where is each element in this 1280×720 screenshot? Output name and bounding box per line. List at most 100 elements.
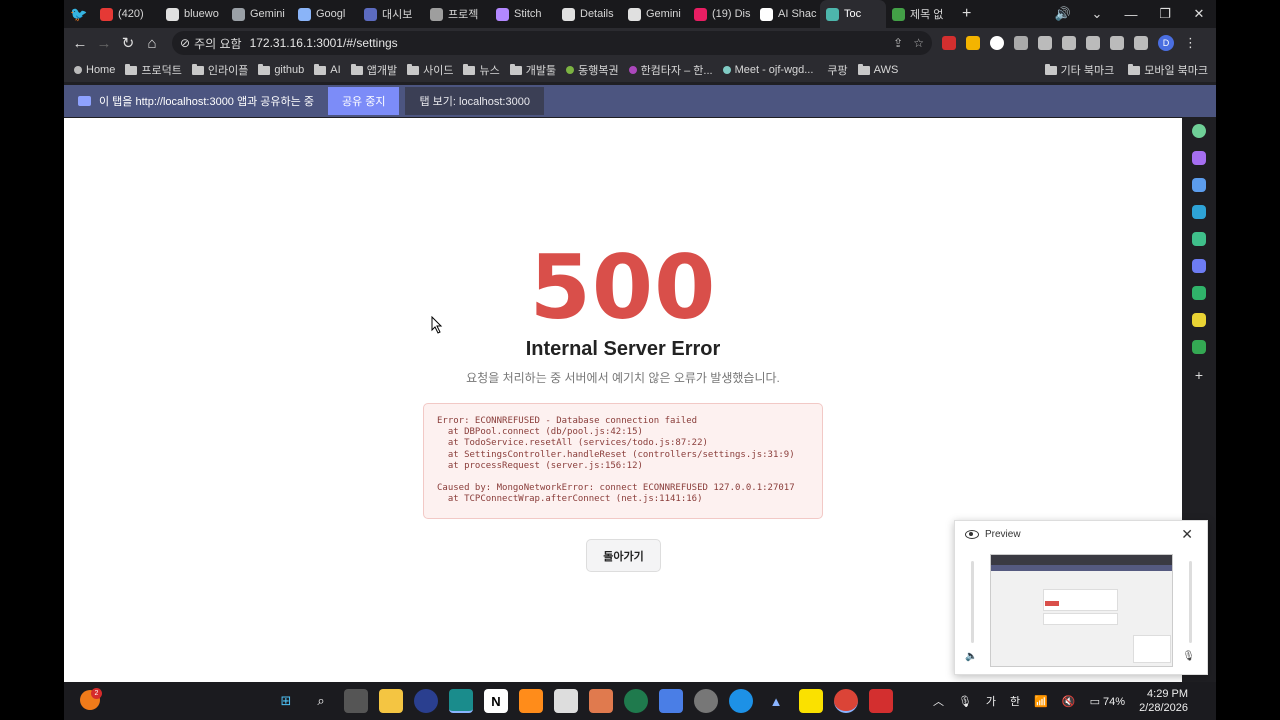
- playlist-icon[interactable]: [1038, 36, 1052, 50]
- tab-9[interactable]: (19) Dis: [688, 0, 754, 28]
- tab-5[interactable]: 프로젝: [424, 0, 490, 28]
- tab-4[interactable]: 대시보: [358, 0, 424, 28]
- docker-icon[interactable]: [729, 689, 753, 713]
- mic-slider[interactable]: [1189, 561, 1192, 643]
- ime-mode[interactable]: 가: [986, 693, 996, 709]
- star-icon[interactable]: ☆: [913, 36, 924, 50]
- mongodb-icon[interactable]: [624, 689, 648, 713]
- tab-10[interactable]: AI Shac: [754, 0, 820, 28]
- wifi-icon[interactable]: 📶: [1034, 695, 1048, 708]
- cast-icon[interactable]: [1086, 36, 1100, 50]
- chevron-down-icon[interactable]: ⌄: [1080, 6, 1114, 22]
- stop-sharing-button[interactable]: 공유 중지: [327, 87, 400, 115]
- tab-6[interactable]: Stitch: [490, 0, 556, 28]
- tab-2[interactable]: Gemini: [226, 0, 292, 28]
- battery-indicator[interactable]: ▭ 74%: [1090, 695, 1126, 708]
- sublime-icon[interactable]: [519, 689, 543, 713]
- back-button[interactable]: ←: [68, 35, 92, 52]
- search-icon[interactable]: ⌕: [309, 689, 333, 713]
- microphone-icon[interactable]: 🎙: [1182, 651, 1195, 662]
- close-icon[interactable]: ✕: [1181, 526, 1193, 543]
- maximize-button[interactable]: ❐: [1148, 6, 1182, 22]
- new-tab-button[interactable]: +: [952, 5, 981, 23]
- more-menu-icon[interactable]: ⋮: [1184, 35, 1197, 51]
- kakaotalk-icon[interactable]: [799, 689, 823, 713]
- adblock-icon[interactable]: [942, 36, 956, 50]
- bookmark-item[interactable]: 한컴타자 – 한...: [628, 62, 713, 78]
- tab-11[interactable]: Toc: [820, 0, 886, 28]
- volume-icon[interactable]: 🔊: [1046, 6, 1080, 22]
- bookmark-item[interactable]: 프로덕트: [125, 62, 182, 78]
- bookmark-item[interactable]: 인라이플: [191, 62, 248, 78]
- bookmark-item[interactable]: AWS: [857, 63, 898, 76]
- bookmark-item[interactable]: 개발툴: [509, 62, 556, 78]
- security-warning[interactable]: ⊘ 주의 요함: [180, 35, 242, 52]
- bookmark-item[interactable]: 앱개발: [350, 62, 397, 78]
- address-bar[interactable]: ⊘ 주의 요함 172.31.16.1:3001/#/settings ⇪ ☆: [172, 31, 932, 55]
- claude-icon[interactable]: [589, 689, 613, 713]
- tab-0[interactable]: (420): [94, 0, 160, 28]
- extension-icon[interactable]: [990, 36, 1004, 50]
- screenshot-icon[interactable]: [1110, 36, 1124, 50]
- minimize-button[interactable]: —: [1114, 7, 1148, 22]
- tab-8[interactable]: Gemini: [622, 0, 688, 28]
- copilot-icon[interactable]: [1192, 259, 1206, 273]
- mute-icon[interactable]: 🔇: [1062, 695, 1076, 708]
- home-button[interactable]: ⌂: [140, 35, 164, 52]
- chrome-icon[interactable]: [834, 689, 858, 713]
- file-explorer-icon[interactable]: [379, 689, 403, 713]
- app-icon-3[interactable]: [554, 689, 578, 713]
- recorder-icon[interactable]: [869, 689, 893, 713]
- bookmark-item[interactable]: 쿠팡: [823, 62, 847, 78]
- chatgpt-icon[interactable]: [1192, 124, 1206, 138]
- tab-3[interactable]: Googl: [292, 0, 358, 28]
- briefcase-icon[interactable]: [1192, 178, 1206, 192]
- speaker-icon[interactable]: 🔈: [965, 651, 977, 662]
- app-icon-4[interactable]: [659, 689, 683, 713]
- chevron-up-icon[interactable]: ︿: [933, 693, 944, 709]
- task-view-icon[interactable]: [344, 689, 368, 713]
- app-icon-2[interactable]: [449, 689, 473, 713]
- pen-icon[interactable]: [966, 36, 980, 50]
- sidepanel-icon[interactable]: [1134, 36, 1148, 50]
- reload-button[interactable]: ↻: [116, 34, 140, 52]
- bookmark-item[interactable]: 뉴스: [463, 62, 500, 78]
- app-icon-1[interactable]: [414, 689, 438, 713]
- clock[interactable]: 4:29 PM 2/28/2026: [1139, 687, 1188, 715]
- share-icon[interactable]: ⇪: [893, 36, 903, 50]
- bookmark-folder[interactable]: 모바일 북마크: [1128, 62, 1208, 78]
- bookmark-item[interactable]: AI: [314, 63, 341, 76]
- language-indicator[interactable]: 한: [1010, 693, 1020, 709]
- tab-menu-icon[interactable]: 🐦: [64, 0, 94, 28]
- mail-icon[interactable]: [1192, 340, 1206, 354]
- bookmark-folder[interactable]: 기타 북마크: [1044, 62, 1114, 78]
- settings-icon[interactable]: [694, 689, 718, 713]
- add-icon[interactable]: +: [1195, 367, 1203, 383]
- bookmark-item[interactable]: 사이드: [407, 62, 453, 78]
- search-bubble-icon[interactable]: [1192, 232, 1206, 246]
- preview-title: Preview: [985, 529, 1021, 540]
- microphone-icon[interactable]: 🎙: [958, 695, 972, 708]
- profile-avatar[interactable]: D: [1158, 35, 1174, 51]
- notion-icon[interactable]: N: [484, 689, 508, 713]
- volume-slider[interactable]: [971, 561, 974, 643]
- bulb-icon[interactable]: [1192, 151, 1206, 165]
- tab-7[interactable]: Details: [556, 0, 622, 28]
- forward-button[interactable]: →: [92, 35, 116, 52]
- chart-icon[interactable]: [1192, 286, 1206, 300]
- tab-1[interactable]: bluewo: [160, 0, 226, 28]
- download-icon[interactable]: [1062, 36, 1076, 50]
- edge-icon[interactable]: [1192, 205, 1206, 219]
- puzzle-icon[interactable]: [1014, 36, 1028, 50]
- bookmark-item[interactable]: github: [258, 63, 304, 76]
- start-icon[interactable]: ⊞: [274, 689, 298, 713]
- close-button[interactable]: ✕: [1182, 6, 1216, 22]
- app-icon-5[interactable]: ▲: [764, 689, 788, 713]
- bookmark-item[interactable]: 동행복권: [566, 62, 619, 78]
- tab-12[interactable]: 제목 없: [886, 0, 952, 28]
- bookmark-item[interactable]: Home: [74, 64, 115, 76]
- view-tab-button[interactable]: 탭 보기: localhost:3000: [405, 87, 544, 115]
- go-back-button[interactable]: 돌아가기: [586, 539, 661, 572]
- idea-icon[interactable]: [1192, 313, 1206, 327]
- bookmark-item[interactable]: Meet - ojf-wgd...: [722, 64, 813, 76]
